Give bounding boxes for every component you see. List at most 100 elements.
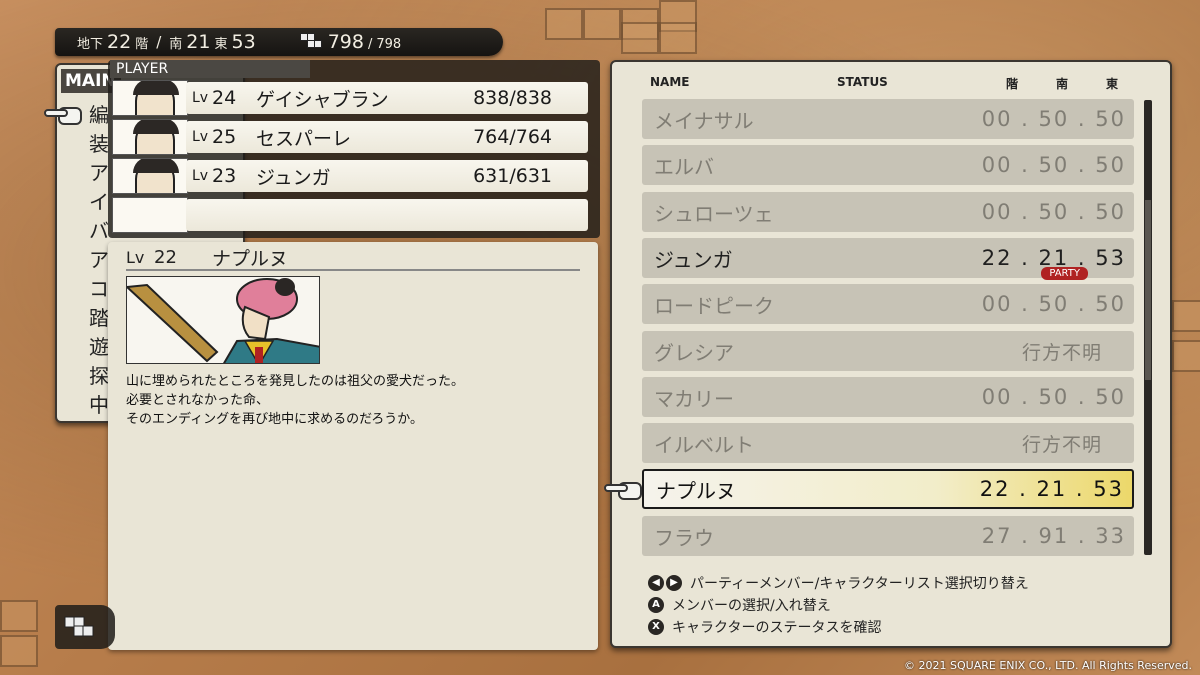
character-list-item[interactable]: グレシア 行方不明 xyxy=(642,331,1134,371)
character-detail-panel: Lv 22 ナプルヌ 山に埋められたところを発見したのは祖父の愛犬だった。 必要… xyxy=(108,242,598,650)
map-tile xyxy=(545,8,583,40)
party-hp-icon xyxy=(299,33,322,51)
description-line: 必要とされなかった命、 xyxy=(126,393,270,408)
main-menu-item[interactable]: 編 xyxy=(89,101,109,130)
copyright-text: © 2021 SQUARE ENIX CO., LTD. All Rights … xyxy=(904,659,1192,672)
character-list-item[interactable]: メイナサル 00 . 50 . 50 xyxy=(642,99,1134,139)
level-value: 23 xyxy=(212,165,237,187)
scrollbar-thumb[interactable] xyxy=(1145,200,1151,380)
map-tile xyxy=(1172,300,1200,332)
party-badge: PARTY xyxy=(1041,267,1088,280)
character-portrait xyxy=(112,158,188,194)
member-hp: 631/631 xyxy=(473,165,552,187)
character-name: シュローツェ xyxy=(654,201,774,226)
character-list-item-selected[interactable]: ナプルヌ 22 . 21 . 53 xyxy=(642,469,1134,509)
party-member-row[interactable]: Lv 25 セスパーレ 764/764 xyxy=(112,119,588,155)
empty-party-slot[interactable] xyxy=(112,197,588,233)
member-name: ジュンガ xyxy=(256,166,331,189)
level-label: Lv xyxy=(192,90,209,106)
hint-a-label: メンバーの選択/入れ替え xyxy=(672,598,831,614)
floor-column-header: 階 xyxy=(1006,77,1019,91)
character-status: 00 . 50 . 50 xyxy=(981,107,1126,131)
name-column-header: NAME xyxy=(650,75,690,89)
character-name: ナプルヌ xyxy=(656,478,736,503)
location-bar: 地下 22 階 / 南 21 東 53 798 / 798 xyxy=(55,28,503,56)
level-label: Lv xyxy=(192,168,209,184)
character-artwork xyxy=(126,276,320,364)
member-hp: 764/764 xyxy=(473,126,552,148)
status-column-header: STATUS xyxy=(837,75,888,89)
player-tab: PLAYER xyxy=(110,60,310,78)
character-name: メイナサル xyxy=(654,108,754,133)
main-menu-item[interactable]: コ xyxy=(89,275,109,304)
south-column-header: 南 xyxy=(1056,77,1069,91)
list-pointer-hand-icon xyxy=(604,478,644,502)
character-status: 行方不明 xyxy=(1021,341,1102,364)
south-label: 南 xyxy=(169,37,183,52)
detail-level-label: Lv xyxy=(126,248,145,267)
hint-x-label: キャラクターのステータスを確認 xyxy=(672,620,882,636)
member-name: ゲイシャブラン xyxy=(256,88,389,111)
character-status: 27 . 91 . 33 xyxy=(981,524,1126,548)
right-button-icon: ▶ xyxy=(666,575,682,591)
character-status: 00 . 50 . 50 xyxy=(981,200,1126,224)
level-value: 24 xyxy=(212,87,237,109)
map-tile xyxy=(621,22,659,54)
character-name: ロードピーク xyxy=(654,293,774,318)
description-line: 山に埋められたところを発見したのは祖父の愛犬だった。 xyxy=(126,374,465,389)
main-menu-item[interactable]: バ xyxy=(89,217,109,246)
character-list-panel: NAME STATUS 階 南 東 メイナサル 00 . 50 . 50 エルバ… xyxy=(610,60,1172,648)
character-status: 行方不明 xyxy=(1021,433,1102,456)
main-menu-item[interactable]: ア xyxy=(89,246,109,275)
character-name: ジュンガ xyxy=(654,247,733,272)
party-hp-max: 798 xyxy=(376,37,402,52)
east-column-header: 東 xyxy=(1106,77,1119,91)
x-button-icon: X xyxy=(648,619,664,635)
main-menu-item[interactable]: 中 xyxy=(89,391,109,420)
character-list-item-party[interactable]: ジュンガ 22 . 21 . 53 PARTY xyxy=(642,238,1134,280)
level-value: 25 xyxy=(212,126,237,148)
character-name: グレシア xyxy=(654,340,734,365)
map-tile xyxy=(659,22,697,54)
hint-toggle-label: パーティーメンバー/キャラクターリスト選択切り替え xyxy=(690,576,1029,592)
east-value: 53 xyxy=(231,31,256,53)
map-tile xyxy=(583,8,621,40)
map-toggle-icon xyxy=(55,605,115,649)
hint-toggle: ◀ ▶ パーティーメンバー/キャラクターリスト選択切り替え xyxy=(648,572,1029,594)
level-label: Lv xyxy=(192,129,209,145)
main-menu-item[interactable]: 探 xyxy=(89,362,109,391)
location-separator: / xyxy=(156,33,162,51)
party-hp-separator: / xyxy=(367,37,373,52)
character-list-item[interactable]: イルベルト 行方不明 xyxy=(642,423,1134,463)
detail-level-value: 22 xyxy=(154,247,177,268)
list-scrollbar[interactable] xyxy=(1144,100,1152,555)
left-button-icon: ◀ xyxy=(648,575,664,591)
menu-pointer-hand-icon xyxy=(44,103,84,127)
empty-portrait xyxy=(112,197,188,233)
a-button-icon: A xyxy=(648,597,664,613)
main-menu-item[interactable]: ア xyxy=(89,159,109,188)
detail-header: Lv 22 ナプルヌ xyxy=(126,246,580,271)
member-hp: 838/838 xyxy=(473,87,552,109)
character-list-item[interactable]: シュローツェ 00 . 50 . 50 xyxy=(642,192,1134,232)
hint-x: X キャラクターのステータスを確認 xyxy=(648,616,1029,638)
party-member-row[interactable]: Lv 23 ジュンガ 631/631 xyxy=(112,158,588,194)
character-list-item[interactable]: フラウ 27 . 91 . 33 xyxy=(642,516,1134,556)
character-portrait xyxy=(112,80,188,116)
party-hp-current: 798 xyxy=(327,31,364,53)
floor-number: 22 xyxy=(107,31,132,53)
main-menu-item[interactable]: 踏 xyxy=(89,304,109,333)
party-member-row[interactable]: Lv 24 ゲイシャブラン 838/838 xyxy=(112,80,588,116)
main-menu-item[interactable]: 装 xyxy=(89,130,109,159)
character-list-item[interactable]: エルバ 00 . 50 . 50 xyxy=(642,145,1134,185)
map-tile xyxy=(0,600,38,632)
character-status: 22 . 21 . 53 xyxy=(979,477,1124,501)
main-menu-item[interactable]: 遊 xyxy=(89,333,109,362)
character-description: 山に埋められたところを発見したのは祖父の愛犬だった。 必要とされなかった命、 そ… xyxy=(126,372,586,429)
character-list-item[interactable]: マカリー 00 . 50 . 50 xyxy=(642,377,1134,417)
description-line: そのエンディングを再び地中に求めるのだろうか。 xyxy=(126,412,424,427)
character-name: マカリー xyxy=(654,386,734,411)
hint-a: A メンバーの選択/入れ替え xyxy=(648,594,1029,616)
main-menu-item[interactable]: イ xyxy=(89,188,109,217)
character-list-item[interactable]: ロードピーク 00 . 50 . 50 xyxy=(642,284,1134,324)
